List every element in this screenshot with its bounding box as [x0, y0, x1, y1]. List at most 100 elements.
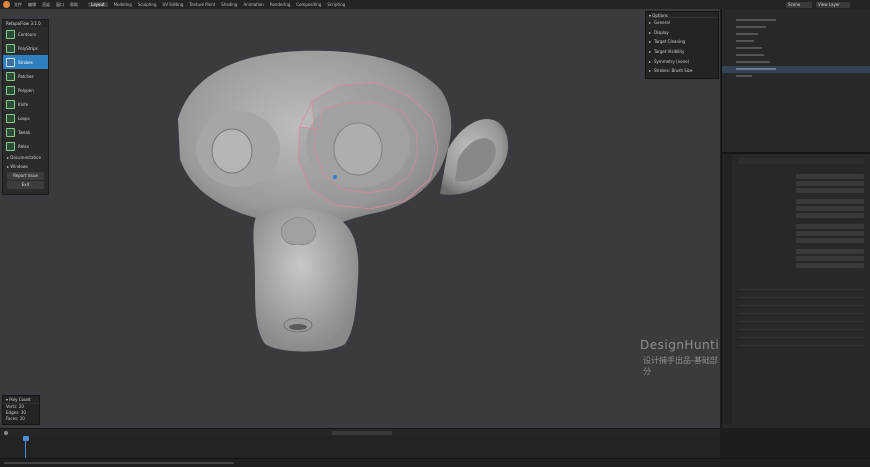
- timeline[interactable]: [0, 428, 720, 458]
- property-field[interactable]: [796, 199, 864, 204]
- report-issue-button[interactable]: Report Issue: [7, 172, 44, 180]
- tool-strokes[interactable]: Strokes: [3, 55, 48, 69]
- tool-tweak[interactable]: Tweak: [3, 125, 48, 139]
- option-target-visibility-label: Target Visibility: [654, 49, 685, 55]
- current-frame-handle[interactable]: [23, 436, 29, 441]
- right-side-panel: [721, 9, 870, 428]
- transform-fields: [796, 174, 864, 268]
- scene-selector[interactable]: Scene: [786, 1, 812, 8]
- outliner-row[interactable]: [722, 52, 870, 59]
- section-windows[interactable]: ▸ Windows: [3, 162, 48, 171]
- properties-tabs[interactable]: [722, 154, 732, 424]
- polystrips-icon: [6, 43, 15, 53]
- collapsed-section[interactable]: [738, 282, 864, 290]
- poly-count-title-label: Poly Count: [9, 397, 31, 402]
- tab-compositing[interactable]: Compositing: [296, 2, 321, 7]
- status-hint: [4, 462, 234, 464]
- tab-uv-editing[interactable]: UV Editing: [163, 2, 184, 7]
- menu-item-edit[interactable]: 编辑: [28, 2, 36, 8]
- view-layer-selector[interactable]: View Layer: [816, 1, 850, 8]
- options-title-label: Options: [652, 13, 668, 18]
- exit-button[interactable]: Exit: [7, 181, 44, 189]
- properties-editor: [722, 154, 870, 424]
- tool-relax[interactable]: Relax: [3, 139, 48, 153]
- section-documentation-label: Documentation: [10, 155, 42, 160]
- property-field[interactable]: [796, 249, 864, 254]
- tool-contours[interactable]: Contours: [3, 27, 48, 41]
- menu-item-window[interactable]: 窗口: [56, 2, 64, 8]
- option-symmetry[interactable]: ▸ Symmetry (none): [646, 56, 718, 66]
- outliner-row[interactable]: [722, 31, 870, 38]
- collapsed-section[interactable]: [738, 330, 864, 338]
- tab-rendering[interactable]: Rendering: [270, 2, 290, 7]
- tool-patches[interactable]: Patches: [3, 69, 48, 83]
- option-brush-size[interactable]: ▸ Strokes: Brush Size: [646, 66, 718, 76]
- top-menu-bar: 文件 编辑 渲染 窗口 帮助 Layout Modeling Sculpting…: [0, 0, 870, 9]
- outliner-row[interactable]: [722, 38, 870, 45]
- properties-content: [732, 154, 870, 424]
- menu-item-help[interactable]: 帮助: [70, 2, 78, 8]
- suzanne-mesh: [178, 50, 509, 352]
- tool-loops[interactable]: Loops: [3, 111, 48, 125]
- outliner-row[interactable]: [722, 24, 870, 31]
- property-field[interactable]: [796, 181, 864, 186]
- timeline-editor-icon[interactable]: [4, 430, 8, 435]
- option-general[interactable]: ▸ General: [646, 18, 718, 28]
- collapsed-section[interactable]: [738, 298, 864, 306]
- option-target-visibility[interactable]: ▸ Target Visibility: [646, 47, 718, 57]
- contours-icon: [6, 29, 15, 39]
- property-field[interactable]: [796, 263, 864, 268]
- tool-patches-label: Patches: [18, 73, 34, 79]
- retopoflow-panel: RetopoFlow 3.1.0 Contours PolyStrips Str…: [2, 19, 49, 195]
- tab-sculpting[interactable]: Sculpting: [138, 2, 157, 7]
- collapsed-section[interactable]: [738, 338, 864, 346]
- property-field[interactable]: [796, 238, 864, 243]
- tab-animation[interactable]: Animation: [243, 2, 263, 7]
- blender-logo-icon[interactable]: [3, 1, 10, 8]
- collapsed-section[interactable]: [738, 290, 864, 298]
- poly-count-title[interactable]: ▾ Poly Count: [3, 396, 39, 404]
- outliner-row[interactable]: [722, 59, 870, 66]
- outliner-row[interactable]: [722, 17, 870, 24]
- property-field[interactable]: [796, 174, 864, 179]
- property-field[interactable]: [796, 188, 864, 193]
- outliner-row-selected[interactable]: [722, 66, 870, 73]
- tab-texture-paint[interactable]: Texture Paint: [189, 2, 215, 7]
- property-field[interactable]: [796, 256, 864, 261]
- collapsed-section[interactable]: [738, 322, 864, 330]
- outliner-row[interactable]: [722, 45, 870, 52]
- knife-icon: [6, 99, 15, 109]
- tab-shading[interactable]: Shading: [221, 2, 237, 7]
- tool-knife[interactable]: Knife: [3, 97, 48, 111]
- outliner-row[interactable]: [722, 73, 870, 80]
- tab-layout[interactable]: Layout: [88, 2, 108, 7]
- option-target-cleaning[interactable]: ▸ Target Cleaning: [646, 37, 718, 47]
- patches-icon: [6, 71, 15, 81]
- property-field[interactable]: [796, 231, 864, 236]
- faces-row: Faces: 10: [3, 416, 39, 422]
- outliner[interactable]: [722, 9, 870, 154]
- tool-tweak-label: Tweak: [18, 129, 31, 135]
- option-display[interactable]: ▸ Display: [646, 28, 718, 38]
- property-field[interactable]: [796, 206, 864, 211]
- property-field[interactable]: [796, 213, 864, 218]
- tool-polystrips[interactable]: PolyStrips: [3, 41, 48, 55]
- edges-value: 30: [20, 410, 26, 415]
- timeline-track[interactable]: [0, 436, 720, 458]
- tab-scripting[interactable]: Scripting: [327, 2, 345, 7]
- tool-polypen[interactable]: Polypen: [3, 83, 48, 97]
- 3d-viewport[interactable]: RetopoFlow 3.1.0 Contours PolyStrips Str…: [0, 9, 720, 428]
- tweak-icon: [6, 127, 15, 137]
- menu-item-file[interactable]: 文件: [14, 2, 22, 8]
- faces-value: 10: [19, 416, 25, 421]
- collapsed-section[interactable]: [738, 306, 864, 314]
- property-field[interactable]: [796, 224, 864, 229]
- options-panel: ▾ Options ▸ General ▸ Display ▸ Target C…: [645, 11, 719, 79]
- collapsed-section[interactable]: [738, 314, 864, 322]
- strokes-icon: [6, 57, 15, 67]
- section-documentation[interactable]: ▸ Documentation: [3, 153, 48, 162]
- playback-controls[interactable]: [332, 430, 392, 435]
- tab-modeling[interactable]: Modeling: [114, 2, 132, 7]
- menu-item-render[interactable]: 渲染: [42, 2, 50, 8]
- verts-value: 20: [18, 404, 24, 409]
